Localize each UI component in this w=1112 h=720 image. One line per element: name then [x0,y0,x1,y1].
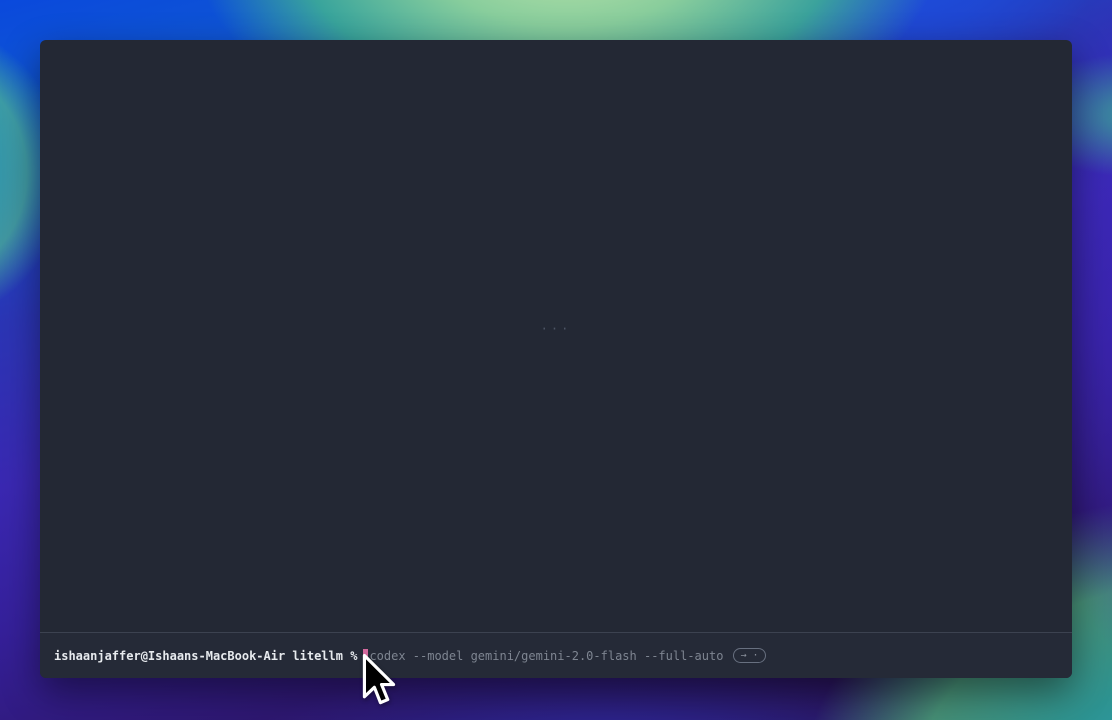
terminal-prompt-bar[interactable]: ishaanjaffer@Ishaans-MacBook-Air litellm… [40,633,1072,678]
autosuggestion-text: codex --model gemini/gemini-2.0-flash --… [369,649,723,663]
accept-suggestion-key-hint: → · [733,648,765,663]
terminal-window[interactable]: ··· ishaanjaffer@Ishaans-MacBook-Air lit… [40,40,1072,678]
loading-dots: ··· [541,322,572,336]
desktop-wallpaper: ··· ishaanjaffer@Ishaans-MacBook-Air lit… [0,0,1112,720]
terminal-output-area: ··· [40,40,1072,632]
shell-prompt: ishaanjaffer@Ishaans-MacBook-Air litellm… [54,649,357,663]
mouse-cursor-icon [362,653,396,709]
